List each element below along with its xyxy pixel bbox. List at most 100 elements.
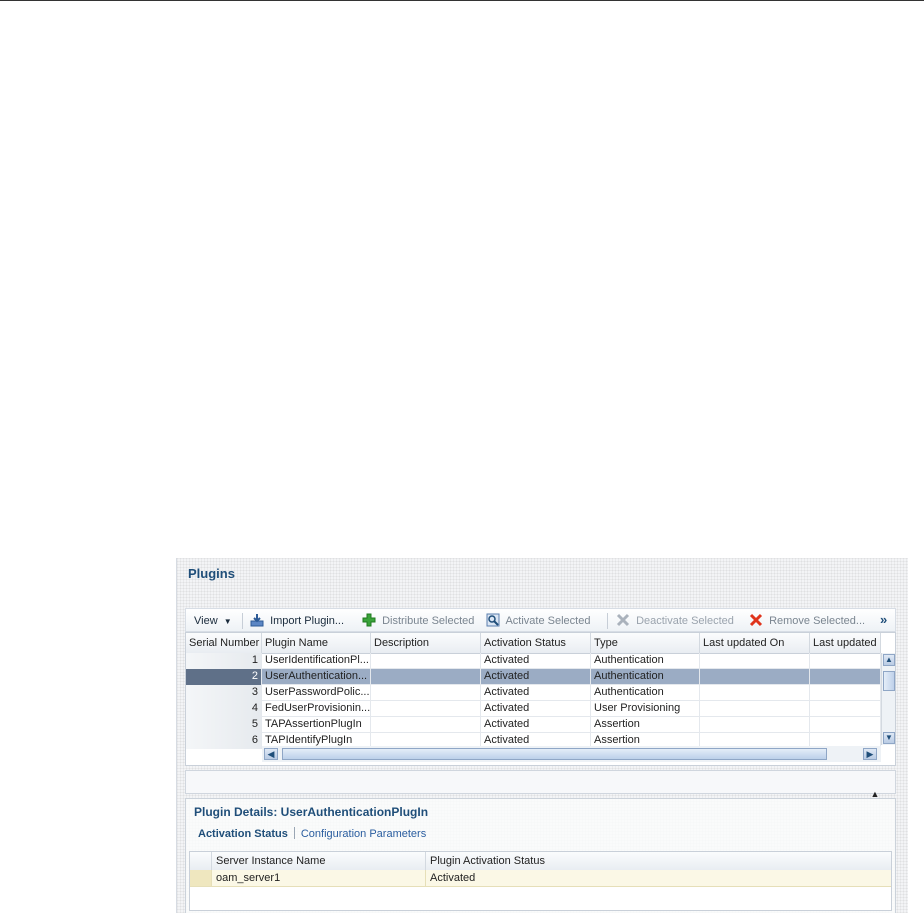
description-cell: [371, 717, 481, 733]
serial-cell: 5: [186, 717, 262, 733]
horizontal-scrollbar[interactable]: ◀ ▶: [262, 746, 881, 762]
remove-selected-button[interactable]: Remove Selected...: [749, 613, 865, 629]
tab-divider: [293, 827, 295, 839]
toolbar-separator: [242, 613, 243, 629]
remove-selected-label: Remove Selected...: [769, 615, 866, 627]
table-row[interactable]: 4 FedUserProvisionin... Activated User P…: [186, 701, 881, 717]
status-cell: Activated: [430, 872, 476, 884]
activate-selected-label: Activate Selected: [505, 615, 591, 627]
tab-configuration-parameters[interactable]: Configuration Parameters: [301, 828, 426, 840]
status-cell: Activated: [481, 653, 591, 669]
serial-cell: 4: [186, 701, 262, 717]
column-header[interactable]: Last updated: [810, 633, 881, 653]
name-cell: UserIdentificationPl...: [262, 653, 371, 669]
distribute-selected-button[interactable]: Distribute Selected: [362, 613, 474, 629]
table-footer: [185, 770, 896, 794]
description-cell: [371, 669, 481, 685]
serial-cell: 2: [186, 669, 262, 685]
view-dropdown-icon: ▼: [223, 617, 232, 626]
plugin-details-title: Plugin Details: UserAuthenticationPlugIn: [194, 805, 429, 819]
deactivate-x-icon: [616, 613, 630, 627]
column-header[interactable]: Type: [591, 633, 700, 653]
column-header[interactable]: Description: [371, 633, 481, 653]
name-cell: TAPAssertionPlugIn: [262, 717, 371, 733]
column-header[interactable]: Last updated On: [700, 633, 810, 653]
row-selector-header: [190, 852, 212, 870]
table-row[interactable]: 3 UserPasswordPolic... Activated Authent…: [186, 685, 881, 701]
status-cell: Activated: [481, 701, 591, 717]
view-menu-button[interactable]: View ▼: [194, 613, 232, 629]
toolbar-separator: [607, 613, 608, 629]
updated-on-cell: [700, 685, 810, 701]
table-header: Serial Number Plugin Name Description Ac…: [186, 633, 881, 654]
server-cell: oam_server1: [212, 870, 426, 886]
column-header[interactable]: Server Instance Name: [212, 852, 426, 870]
type-cell: Authentication: [591, 685, 700, 701]
updated-cell: [810, 669, 881, 685]
horizontal-scroll-thumb[interactable]: [282, 748, 827, 760]
distribute-plus-icon: [362, 613, 376, 627]
activate-magnifier-icon: [486, 613, 500, 627]
status-cell: Activated: [481, 685, 591, 701]
toolbar: View ▼ Import Plugin... Distribute Selec…: [185, 608, 896, 632]
updated-cell: [810, 685, 881, 701]
details-tabs: Activation Status Configuration Parameter…: [198, 827, 426, 840]
panel-title: Plugins: [188, 566, 235, 581]
distribute-selected-label: Distribute Selected: [382, 615, 475, 627]
scroll-left-icon[interactable]: ◀: [264, 748, 278, 760]
updated-cell: [810, 717, 881, 733]
updated-cell: [810, 653, 881, 669]
import-plugin-label: Import Plugin...: [270, 615, 345, 627]
serial-cell: 1: [186, 653, 262, 669]
column-header[interactable]: Plugin Name: [262, 633, 371, 653]
remove-x-icon: [749, 613, 763, 627]
type-cell: Assertion: [591, 717, 700, 733]
description-cell: [371, 701, 481, 717]
updated-on-cell: [700, 701, 810, 717]
updated-on-cell: [700, 717, 810, 733]
import-icon: [250, 614, 264, 627]
tab-activation-status[interactable]: Activation Status: [198, 828, 288, 840]
more-chevron-icon[interactable]: »: [880, 612, 887, 627]
scroll-down-icon[interactable]: ▼: [883, 732, 895, 744]
plugins-panel: Plugins View ▼ Import Plugin... Distribu…: [176, 558, 908, 913]
name-cell: UserAuthentication...: [262, 669, 371, 685]
vertical-scrollbar[interactable]: ▲ ▼: [881, 653, 895, 745]
column-header[interactable]: Plugin Activation Status: [426, 852, 891, 870]
updated-on-cell: [700, 669, 810, 685]
serial-cell: 3: [186, 685, 262, 701]
type-cell: Authentication: [591, 653, 700, 669]
table-row[interactable]: oam_server1 Activated: [190, 870, 891, 887]
table-row-selected[interactable]: 2 UserAuthentication... Activated Authen…: [186, 669, 881, 685]
serial-cell: 6: [186, 733, 262, 749]
collapse-splitter-icon[interactable]: ▲: [867, 790, 883, 799]
import-plugin-button[interactable]: Import Plugin...: [250, 613, 344, 629]
top-rule: [0, 0, 924, 1]
column-header[interactable]: Serial Number: [186, 633, 262, 653]
type-cell: User Provisioning: [591, 701, 700, 717]
scroll-up-icon[interactable]: ▲: [883, 654, 895, 666]
plugins-table: Serial Number Plugin Name Description Ac…: [185, 632, 896, 766]
status-cell: Activated: [481, 717, 591, 733]
plugin-details-section: Plugin Details: UserAuthenticationPlugIn…: [185, 798, 896, 913]
column-header[interactable]: Activation Status: [481, 633, 591, 653]
vertical-scroll-thumb[interactable]: [883, 671, 895, 691]
updated-cell: [810, 701, 881, 717]
activation-status-table: Server Instance Name Plugin Activation S…: [189, 851, 892, 911]
table-header: Server Instance Name Plugin Activation S…: [190, 852, 891, 871]
scroll-right-icon[interactable]: ▶: [863, 748, 877, 760]
deactivate-selected-button[interactable]: Deactivate Selected: [616, 613, 734, 629]
row-selector[interactable]: [190, 870, 212, 886]
status-cell: Activated: [481, 669, 591, 685]
name-cell: FedUserProvisionin...: [262, 701, 371, 717]
updated-on-cell: [700, 653, 810, 669]
description-cell: [371, 685, 481, 701]
description-cell: [371, 653, 481, 669]
name-cell: UserPasswordPolic...: [262, 685, 371, 701]
activate-selected-button[interactable]: Activate Selected: [486, 613, 590, 629]
table-row[interactable]: 1 UserIdentificationPl... Activated Auth…: [186, 653, 881, 669]
table-row[interactable]: 5 TAPAssertionPlugIn Activated Assertion: [186, 717, 881, 733]
deactivate-selected-label: Deactivate Selected: [636, 615, 734, 627]
type-cell: Authentication: [591, 669, 700, 685]
view-label: View: [194, 615, 218, 627]
